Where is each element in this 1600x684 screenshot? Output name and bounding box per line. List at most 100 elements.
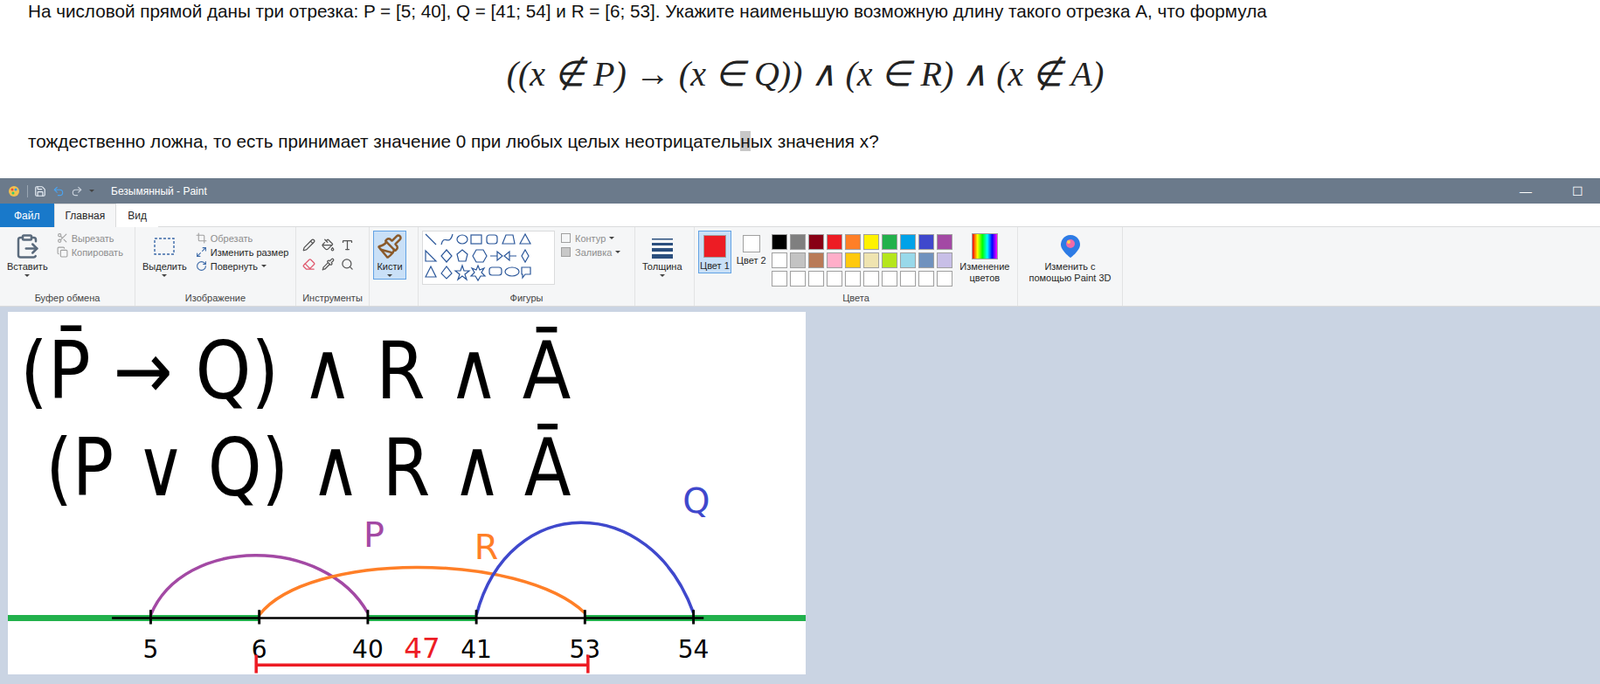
- palette-color[interactable]: [845, 252, 861, 269]
- brushes-group: Кисти: [369, 227, 419, 306]
- svg-text:53: 53: [569, 635, 602, 665]
- palette-color[interactable]: [918, 252, 935, 269]
- text-selection: н: [740, 131, 750, 152]
- select-icon: [151, 233, 178, 260]
- redo-icon[interactable]: [70, 185, 84, 198]
- palette-color[interactable]: [936, 252, 953, 269]
- color-slot[interactable]: Цвет 1: [698, 230, 732, 274]
- custom-color-slot[interactable]: [900, 270, 916, 287]
- tool-button[interactable]: [338, 235, 356, 254]
- magnifier-icon: [340, 257, 354, 271]
- palette-color[interactable]: [881, 252, 898, 269]
- text-icon: [340, 238, 354, 252]
- custom-color-slot[interactable]: [863, 270, 880, 287]
- color-picker-icon: [321, 257, 335, 271]
- tool-button[interactable]: [299, 255, 318, 273]
- dropdown-icon: [659, 274, 665, 278]
- color-swatch: [742, 235, 761, 253]
- ribbon: Вставить Вырезать Копировать Буфер обменаВы…: [0, 227, 1600, 307]
- svg-text:R: R: [474, 526, 499, 568]
- custom-color-slot[interactable]: [826, 270, 843, 287]
- brushes-button[interactable]: Кисти: [373, 230, 407, 280]
- palette-color[interactable]: [826, 234, 843, 250]
- edit-colors-button[interactable]: Изменение цветов: [955, 230, 1014, 287]
- palette-color[interactable]: [808, 234, 825, 250]
- palette-color[interactable]: [900, 234, 916, 250]
- color-slot[interactable]: Цвет 2: [734, 230, 769, 269]
- size-group: Толщина: [635, 227, 695, 306]
- palette-color[interactable]: [936, 234, 953, 250]
- formula: (P ∨ Q) ∧ R ∧ Ā: [45, 421, 571, 514]
- palette-color[interactable]: [826, 252, 843, 269]
- image-group: Выделить Обрезать Изменить размер Повернуть…: [135, 227, 297, 306]
- dropdown-icon: [24, 274, 30, 278]
- ribbon-tab[interactable]: Главная: [54, 203, 118, 228]
- group-label: [369, 303, 418, 306]
- pencil-icon: [302, 238, 316, 252]
- undo-icon[interactable]: [52, 185, 65, 198]
- palette-color[interactable]: [771, 252, 788, 269]
- custom-color-slot[interactable]: [808, 270, 825, 287]
- paste-button[interactable]: Вставить: [3, 230, 52, 280]
- copy-icon: [56, 246, 69, 258]
- shape-option[interactable]: Заливка: [560, 246, 621, 258]
- palette-color[interactable]: [863, 252, 880, 269]
- select-button[interactable]: Выделить: [138, 230, 191, 280]
- text-run: ых значения x?: [750, 131, 880, 152]
- palette-color[interactable]: [789, 252, 806, 269]
- svg-text:41: 41: [460, 635, 492, 665]
- custom-color-slot[interactable]: [918, 270, 935, 287]
- palette-color[interactable]: [789, 234, 806, 250]
- palette-color[interactable]: [808, 252, 825, 269]
- image-button[interactable]: Повернуть: [195, 260, 290, 272]
- file-menu[interactable]: Файл: [0, 203, 55, 228]
- tick: 54: [678, 609, 710, 665]
- line-width-icon: [649, 233, 676, 260]
- palette-color[interactable]: [900, 252, 916, 269]
- tool-button[interactable]: [338, 255, 356, 273]
- crop-icon: [195, 232, 208, 244]
- group-label: Буфер обмена: [0, 292, 135, 306]
- tool-button[interactable]: [318, 235, 337, 254]
- tool-button[interactable]: [318, 255, 337, 273]
- image-button[interactable]: Изменить размер: [195, 246, 290, 258]
- clipboard-button[interactable]: Вырезать: [56, 232, 124, 244]
- problem-intro: На числовой прямой даны три отрезка: P =…: [27, 0, 1583, 23]
- palette-color[interactable]: [881, 234, 898, 250]
- palette-color[interactable]: [845, 234, 861, 250]
- paint3d-button[interactable]: Изменить с помощью Paint 3D: [1021, 230, 1119, 287]
- workspace: (P̄ → Q) ∧ R ∧ Ā(P ∨ Q) ∧ R ∧ ĀPRQ564041…: [0, 306, 1600, 684]
- paste-icon: [13, 233, 41, 260]
- customize-icon[interactable]: [89, 189, 95, 193]
- title-bar: Безымянный - Paint — ☐: [0, 178, 1600, 204]
- tool-button[interactable]: [299, 235, 318, 254]
- size-button[interactable]: Толщина: [638, 230, 686, 280]
- window-control[interactable]: ☐: [1554, 184, 1600, 199]
- drawing[interactable]: (P̄ → Q) ∧ R ∧ Ā(P ∨ Q) ∧ R ∧ ĀPRQ564041…: [7, 311, 806, 675]
- custom-color-slot[interactable]: [936, 270, 953, 287]
- shapes-gallery[interactable]: [422, 230, 555, 285]
- shape-option[interactable]: Контур: [560, 232, 621, 244]
- clipboard-button[interactable]: Копировать: [56, 246, 124, 258]
- answer-label: 47: [403, 631, 441, 665]
- palette-color[interactable]: [771, 234, 788, 250]
- shapes-gallery-icon[interactable]: [422, 231, 534, 283]
- text-run: тождественно ложна, то есть принимает зн…: [27, 131, 741, 152]
- ribbon-tab[interactable]: Вид: [116, 203, 159, 228]
- canvas[interactable]: (P̄ → Q) ∧ R ∧ Ā(P ∨ Q) ∧ R ∧ ĀPRQ564041…: [7, 311, 806, 675]
- paint-window: Безымянный - Paint—☐ФайлГлавнаяВидВстави…: [0, 178, 1600, 684]
- page: На числовой прямой даны три отрезка: P =…: [0, 0, 1600, 684]
- custom-color-slot[interactable]: [845, 270, 861, 287]
- save-icon[interactable]: [34, 185, 47, 198]
- rotate-icon: [195, 260, 208, 272]
- palette-color[interactable]: [863, 234, 880, 250]
- window-control[interactable]: —: [1503, 184, 1549, 199]
- group-label: Инструменты: [296, 292, 369, 306]
- custom-color-slot[interactable]: [789, 270, 806, 287]
- palette-color[interactable]: [918, 234, 935, 250]
- custom-color-slot[interactable]: [771, 270, 788, 287]
- image-button[interactable]: Обрезать: [195, 232, 290, 244]
- custom-color-slot[interactable]: [881, 270, 898, 287]
- window-title: Безымянный - Paint: [110, 185, 1497, 198]
- group-label: [635, 303, 694, 306]
